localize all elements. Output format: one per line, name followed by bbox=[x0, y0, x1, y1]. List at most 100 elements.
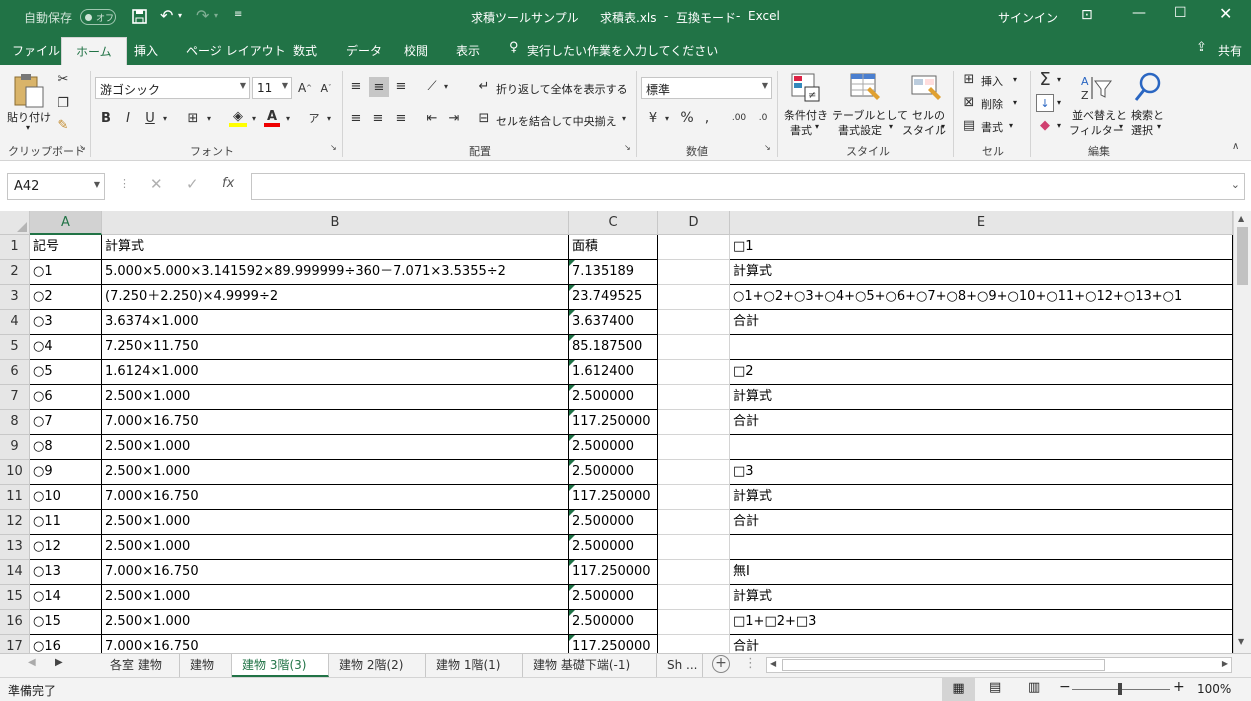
row-header[interactable]: 8 bbox=[0, 410, 30, 435]
grow-font-icon[interactable]: A ^ bbox=[297, 80, 313, 96]
row-header[interactable]: 6 bbox=[0, 360, 30, 385]
sheet-tab[interactable]: 建物 bbox=[180, 654, 232, 677]
cell-c[interactable]: 2.500000 bbox=[569, 610, 658, 635]
cell-b[interactable]: 5.000×5.000×3.141592×89.999999÷360－7.071… bbox=[102, 260, 569, 285]
increase-indent-icon[interactable]: ⇥ bbox=[445, 109, 463, 127]
horizontal-scrollbar[interactable]: ◀ ▶ bbox=[766, 657, 1232, 673]
cell-c[interactable]: 117.250000 bbox=[569, 635, 658, 653]
scroll-left-icon[interactable]: ◀ bbox=[770, 659, 776, 668]
tab-formulas[interactable]: 数式 bbox=[293, 42, 317, 59]
share-button[interactable]: 共有 bbox=[1218, 42, 1242, 59]
cell-b[interactable]: 2.500×1.000 bbox=[102, 585, 569, 610]
row-header[interactable]: 10 bbox=[0, 460, 30, 485]
bold-icon[interactable]: B bbox=[99, 110, 113, 126]
cell-styles-label[interactable]: セルの bbox=[912, 107, 945, 123]
cell-a[interactable]: ○13 bbox=[30, 560, 102, 585]
zoom-out-icon[interactable]: − bbox=[1059, 679, 1071, 695]
number-launcher-icon[interactable]: ↘ bbox=[764, 143, 771, 152]
row-header[interactable]: 2 bbox=[0, 260, 30, 285]
chevron-down-icon[interactable]: ▾ bbox=[941, 122, 945, 131]
cell-e[interactable]: 計算式 bbox=[730, 385, 1233, 410]
sort-filter-label2[interactable]: フィルター bbox=[1069, 122, 1124, 138]
normal-view-icon[interactable]: ▦ bbox=[942, 678, 975, 701]
cell-d[interactable] bbox=[658, 235, 730, 260]
cell-b[interactable]: 2.500×1.000 bbox=[102, 435, 569, 460]
tab-file[interactable]: ファイル bbox=[12, 42, 60, 59]
cell-styles-icon[interactable] bbox=[911, 73, 943, 103]
insert-cells-icon[interactable]: ⊞ bbox=[961, 71, 977, 87]
row-header[interactable]: 16 bbox=[0, 610, 30, 635]
cell-a[interactable]: ○7 bbox=[30, 410, 102, 435]
scroll-up-icon[interactable]: ▲ bbox=[1238, 214, 1244, 223]
cell-b[interactable]: 2.500×1.000 bbox=[102, 460, 569, 485]
phonetic-icon[interactable]: ア bbox=[307, 110, 321, 126]
cell-c[interactable]: 1.612400 bbox=[569, 360, 658, 385]
cell-d[interactable] bbox=[658, 410, 730, 435]
tab-page-layout[interactable]: ページ レイアウト bbox=[186, 42, 286, 59]
customize-qat-icon[interactable]: ≡ bbox=[234, 9, 242, 20]
tab-view[interactable]: 表示 bbox=[456, 42, 480, 59]
cell-e[interactable]: □3 bbox=[730, 460, 1233, 485]
font-name-select[interactable]: 游ゴシック ▼ bbox=[95, 77, 250, 99]
sort-filter-icon[interactable]: AZ bbox=[1080, 73, 1114, 103]
cell-a[interactable]: ○9 bbox=[30, 460, 102, 485]
cell-d[interactable] bbox=[658, 535, 730, 560]
cell-e[interactable] bbox=[730, 435, 1233, 460]
cell-b[interactable]: 7.000×16.750 bbox=[102, 485, 569, 510]
cell-d[interactable] bbox=[658, 360, 730, 385]
cell-a[interactable]: ○6 bbox=[30, 385, 102, 410]
format-cells-button[interactable]: 書式 bbox=[981, 119, 1003, 135]
font-size-select[interactable]: 11 ▼ bbox=[252, 77, 292, 99]
row-header[interactable]: 13 bbox=[0, 535, 30, 560]
chevron-down-icon[interactable]: ▾ bbox=[619, 112, 629, 124]
row-header[interactable]: 15 bbox=[0, 585, 30, 610]
align-bottom-icon[interactable]: ≡ bbox=[392, 77, 410, 95]
page-break-view-icon[interactable]: ▥ bbox=[1028, 680, 1040, 695]
cell-b[interactable]: 7.000×16.750 bbox=[102, 560, 569, 585]
cell-c[interactable]: 2.500000 bbox=[569, 460, 658, 485]
zoom-in-icon[interactable]: + bbox=[1173, 679, 1185, 695]
column-header-a[interactable]: A bbox=[30, 211, 102, 235]
chevron-down-icon[interactable]: ▾ bbox=[441, 80, 451, 92]
autosum-icon[interactable]: Σ bbox=[1036, 69, 1054, 90]
cell-c[interactable]: 117.250000 bbox=[569, 485, 658, 510]
format-as-table-label2[interactable]: 書式設定 bbox=[838, 122, 882, 138]
tab-split-icon[interactable]: ⋮ bbox=[744, 656, 757, 671]
find-select-label[interactable]: 検索と bbox=[1131, 107, 1164, 123]
save-icon[interactable] bbox=[132, 9, 147, 24]
cell-a[interactable]: ○11 bbox=[30, 510, 102, 535]
worksheet-grid[interactable]: A B C D E 1 記号 計算式 面積 □1 2 ○1 5.000×5.000×3.141… bbox=[0, 211, 1251, 653]
cell-b[interactable]: 2.500×1.000 bbox=[102, 510, 569, 535]
row-header[interactable]: 3 bbox=[0, 285, 30, 310]
comma-style-icon[interactable]: , bbox=[700, 109, 714, 127]
cell-d[interactable] bbox=[658, 460, 730, 485]
undo-icon[interactable]: ↶ bbox=[160, 6, 173, 25]
chevron-down-icon[interactable]: ▾ bbox=[204, 112, 214, 124]
cell-d[interactable] bbox=[658, 385, 730, 410]
cell-a[interactable]: 記号 bbox=[30, 235, 102, 260]
cell-e[interactable]: 合計 bbox=[730, 635, 1233, 653]
wrap-text-button[interactable]: 折り返して全体を表示する bbox=[496, 81, 628, 97]
cell-a[interactable]: ○16 bbox=[30, 635, 102, 653]
delete-cells-icon[interactable]: ⊠ bbox=[961, 94, 977, 110]
autosave-toggle[interactable]: オフ bbox=[80, 9, 116, 25]
chevron-down-icon[interactable]: ▾ bbox=[283, 112, 293, 124]
cell-b[interactable]: 3.6374×1.000 bbox=[102, 310, 569, 335]
tell-me-input[interactable]: 実行したい作業を入力してください bbox=[527, 42, 718, 59]
next-sheet-icon[interactable]: ▶ bbox=[55, 657, 63, 668]
tab-data[interactable]: データ bbox=[346, 42, 382, 59]
cell-d[interactable] bbox=[658, 560, 730, 585]
paste-icon[interactable] bbox=[12, 73, 46, 109]
format-cells-icon[interactable]: ▤ bbox=[961, 117, 977, 133]
sheet-tab[interactable]: Sh ... bbox=[657, 654, 703, 677]
cell-a[interactable]: ○5 bbox=[30, 360, 102, 385]
sheet-tab[interactable]: 建物 1階(1) bbox=[426, 654, 523, 677]
chevron-down-icon[interactable]: ▾ bbox=[1013, 75, 1017, 84]
row-header[interactable]: 12 bbox=[0, 510, 30, 535]
scroll-down-icon[interactable]: ▼ bbox=[1238, 637, 1244, 646]
cell-e[interactable]: 合計 bbox=[730, 510, 1233, 535]
cancel-icon[interactable]: ✕ bbox=[150, 175, 163, 193]
format-as-table-label[interactable]: テーブルとして bbox=[832, 107, 908, 123]
font-launcher-icon[interactable]: ↘ bbox=[330, 143, 337, 152]
collapse-ribbon-icon[interactable]: ∧ bbox=[1232, 141, 1239, 152]
